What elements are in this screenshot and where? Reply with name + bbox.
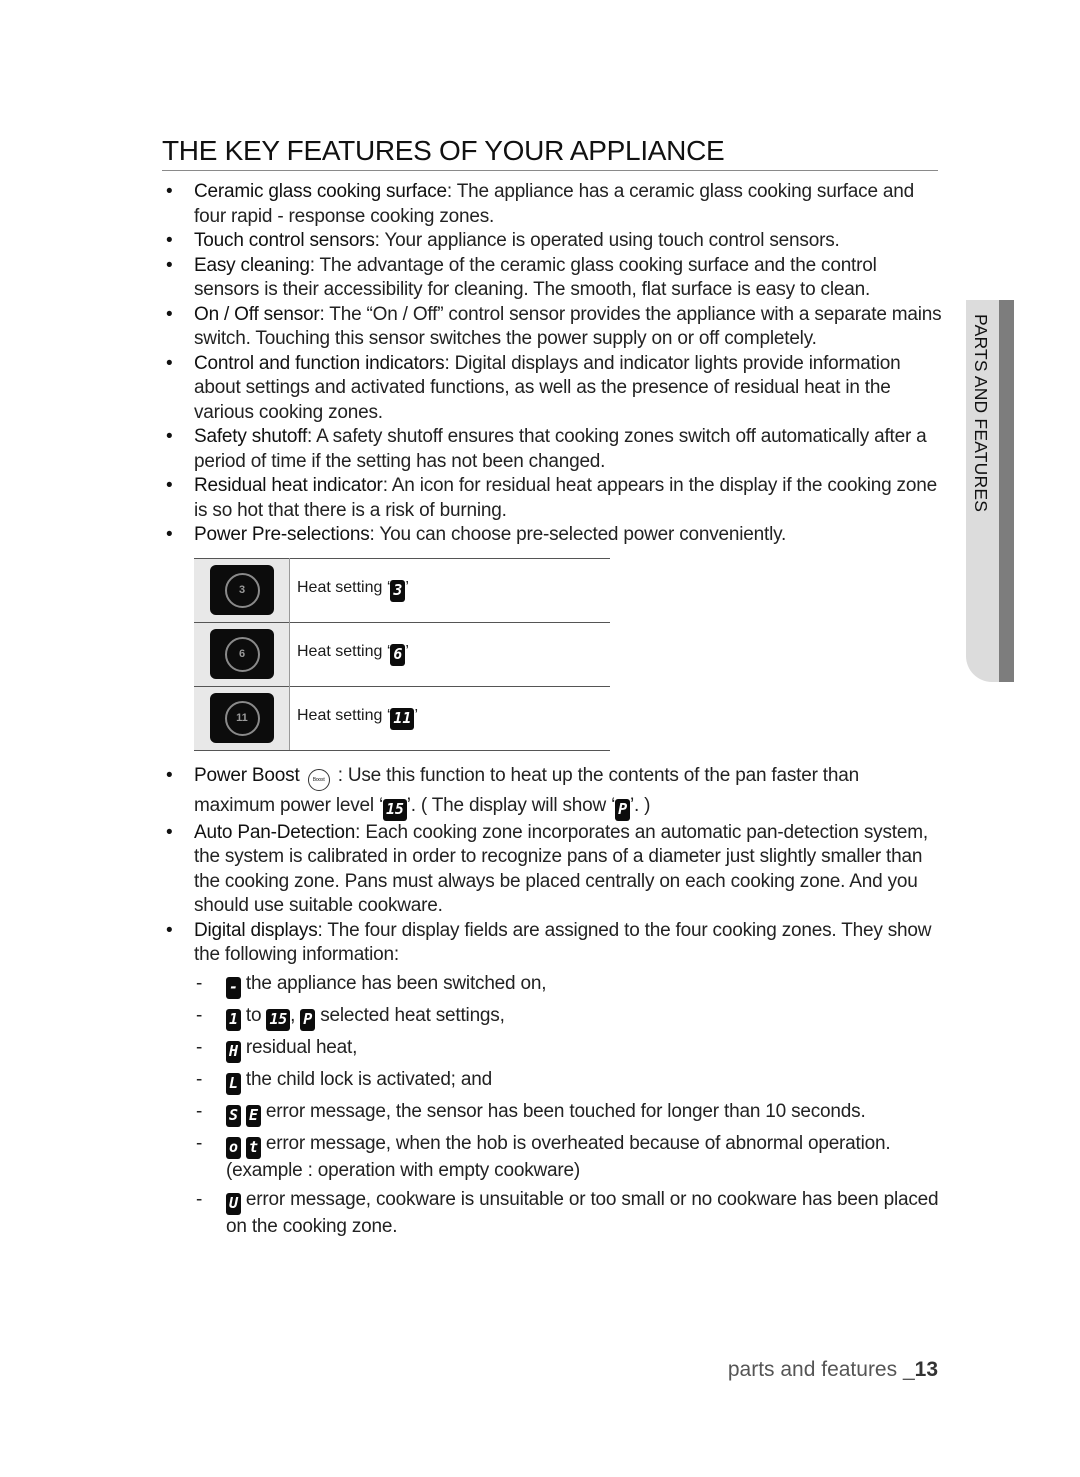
table-row: 3 Heat setting ‘3’ [194,557,610,622]
heat-11-button-icon: 11 [209,693,274,743]
feature-term: Auto Pan-Detection [194,821,356,843]
feature-term: Ceramic glass cooking surface [194,181,447,202]
feature-item: Control and function indicators: Digital… [162,352,942,426]
heat-setting-label: Heat setting ‘ [297,706,391,724]
preselection-table: 3 Heat setting ‘3’ 6 Heat setting ‘6’ 11… [194,557,610,751]
quote-close: ’ [405,642,409,660]
list-item: - the appliance has been switched on, [194,972,942,999]
segment-display: 1 [226,1008,241,1031]
segment-display: 15 [383,798,407,821]
item-text: residual heat, [240,1036,358,1058]
feature-item-power-boost: Power Boost Boost : Use this function to… [162,761,942,821]
feature-item: Residual heat indicator: An icon for res… [162,474,942,523]
segment-display: o [226,1136,241,1159]
footer-section: parts and features _ [727,1358,915,1381]
segment-display: P [300,1008,316,1031]
feature-item-digital-displays: Digital displays: The four display field… [162,919,942,1240]
list-item: U error message, cookware is unsuitable … [194,1188,942,1240]
feature-item: Ceramic glass cooking surface: The appli… [162,180,942,229]
feature-text: ’. ( The display will show ‘ [406,794,616,816]
item-text: , [290,1004,301,1026]
feature-item: Auto Pan-Detection: Each cooking zone in… [162,821,942,919]
feature-list: Ceramic glass cooking surface: The appli… [162,180,942,1245]
heat-3-button-icon: 3 [209,565,274,615]
segment-display: - [226,976,241,999]
boost-icon: Boost [307,768,330,791]
list-item: S E error message, the sensor has been t… [194,1100,942,1127]
feature-term: Safety shutoff [194,426,308,447]
feature-text: : Your appliance is operated using touch… [374,230,840,251]
preselection-table-wrapper: 3 Heat setting ‘3’ 6 Heat setting ‘6’ 11… [162,557,942,751]
item-text: the child lock is activated; and [240,1068,492,1090]
list-item: H residual heat, [194,1036,942,1063]
feature-item: On / Off sensor: The “On / Off” control … [162,303,942,352]
item-text: error message, the sensor has been touch… [260,1100,866,1122]
segment-display: H [226,1040,241,1063]
feature-item: Touch control sensors: Your appliance is… [162,229,942,254]
item-text: error message, when the hob is overheate… [226,1132,891,1181]
heat-setting-label: Heat setting ‘ [297,642,391,660]
item-text: selected heat settings, [315,1004,505,1026]
feature-text: ’. ) [629,794,651,816]
feature-term: Power Boost [194,764,300,786]
item-text: to [240,1004,267,1026]
segment-display: E [245,1104,261,1127]
segment-display: 6 [390,643,406,666]
quote-close: ’ [414,706,419,724]
item-text: the appliance has been switched on, [240,972,547,994]
segment-display: 11 [390,707,415,730]
table-row: 11 Heat setting ‘11’ [194,685,610,751]
feature-text: : You can choose pre-selected power conv… [369,524,787,545]
page-number: 13 [914,1358,938,1381]
segment-display: 3 [390,579,406,602]
list-item: 1 to 15, P selected heat settings, [194,1004,942,1031]
segment-display: U [226,1193,241,1215]
feature-term: Power Pre-selections [194,524,370,545]
page-title: THE KEY FEATURES OF YOUR APPLIANCE [162,134,938,171]
side-tab-stripe [999,300,1014,682]
segment-display: S [226,1104,241,1127]
feature-item: Easy cleaning: The advantage of the cera… [162,254,942,303]
quote-close: ’ [405,578,409,596]
feature-term: Touch control sensors [194,230,375,251]
table-row: 6 Heat setting ‘6’ [194,621,610,686]
segment-display: 15 [266,1008,291,1031]
side-tab-label: PARTS AND FEATURES [971,314,991,513]
list-item: L the child lock is activated; and [194,1068,942,1095]
item-text: error message, cookware is unsuitable or… [226,1189,939,1237]
section-side-tab: PARTS AND FEATURES [966,300,1014,682]
feature-item: Power Pre-selections: You can choose pre… [162,523,942,548]
display-codes-list: - the appliance has been switched on, 1 … [194,972,942,1240]
feature-term: Residual heat indicator [194,475,383,496]
page-footer: parts and features _13 [700,1358,938,1382]
feature-term: Easy cleaning [194,254,310,276]
feature-term: Control and function indicators [194,352,445,374]
segment-display: t [245,1136,261,1159]
heat-setting-label: Heat setting ‘ [297,578,391,596]
feature-term: On / Off sensor [194,303,320,325]
feature-item: Safety shutoff: A safety shutoff ensures… [162,425,942,474]
feature-term: Digital displays [194,919,318,941]
list-item: o t error message, when the hob is overh… [194,1132,942,1184]
segment-display: P [615,798,630,821]
heat-6-button-icon: 6 [209,629,274,679]
segment-display: L [226,1072,241,1095]
